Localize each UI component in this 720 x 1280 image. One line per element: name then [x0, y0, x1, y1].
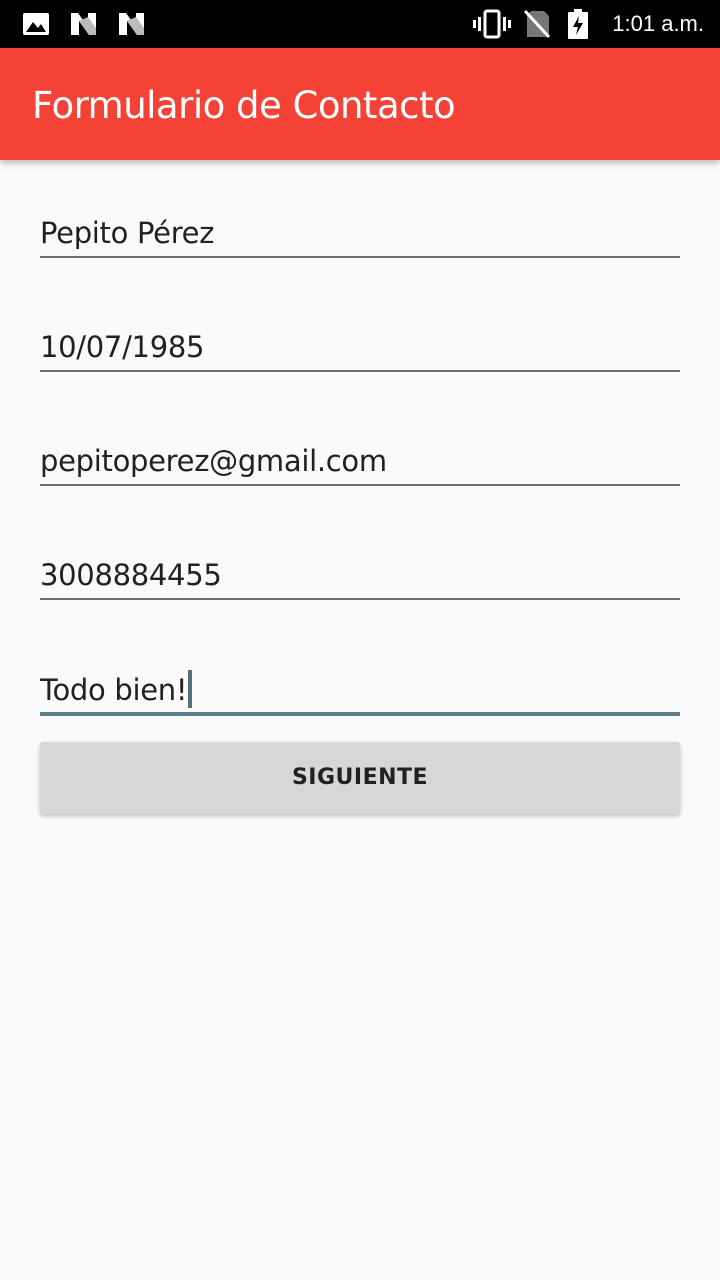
phone-value: 3008884455: [40, 558, 222, 592]
status-bar: 1:01 a.m.: [0, 0, 720, 48]
page-title: Formulario de Contacto: [32, 84, 456, 127]
email-field[interactable]: pepitoperez@gmail.com: [40, 426, 680, 486]
phone-field[interactable]: 3008884455: [40, 540, 680, 600]
description-value: Todo bien!: [40, 673, 188, 707]
birthdate-field[interactable]: 10/07/1985: [40, 312, 680, 372]
next-button[interactable]: SIGUIENTE: [40, 742, 680, 814]
battery-charging-icon: [568, 9, 588, 39]
email-value: pepitoperez@gmail.com: [40, 444, 387, 478]
n-notification-icon: [71, 13, 96, 35]
description-field[interactable]: Todo bien!: [40, 656, 680, 716]
app-bar: Formulario de Contacto: [0, 48, 720, 160]
description-value-wrapper: Todo bien!: [40, 670, 193, 708]
clock-text: 1:01 a.m.: [612, 11, 704, 36]
n-notification-icon: [119, 13, 144, 35]
image-icon: [23, 13, 49, 35]
text-cursor: [188, 670, 193, 708]
name-value: Pepito Pérez: [40, 216, 215, 250]
no-sim-icon: [523, 9, 551, 39]
name-field[interactable]: Pepito Pérez: [40, 198, 680, 258]
birthdate-value: 10/07/1985: [40, 330, 205, 364]
vibrate-icon: [473, 9, 511, 39]
